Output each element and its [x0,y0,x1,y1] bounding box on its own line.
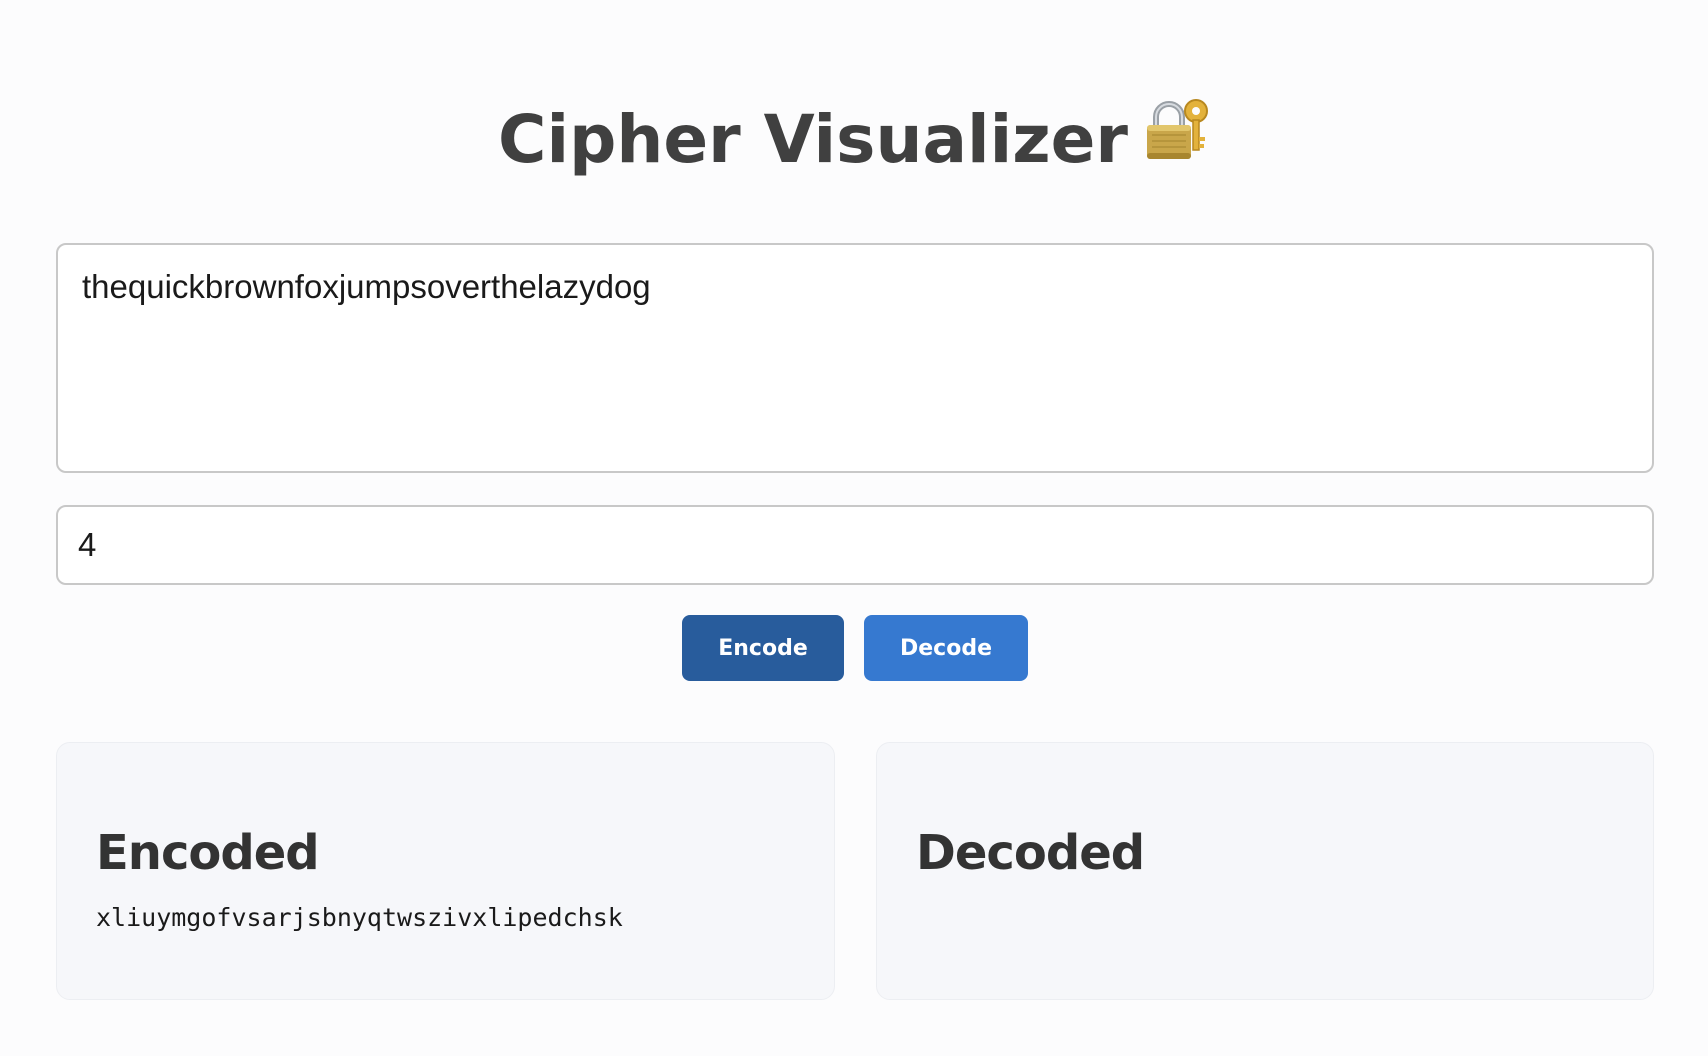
encode-button[interactable]: Encode [682,615,844,681]
encoded-output: xliuymgofvsarjsbnyqtwszivxlipedchsk [96,903,623,932]
page-title: Cipher Visualizer [0,97,1708,185]
plaintext-input[interactable]: thequickbrownfoxjumpsoverthelazydog [56,243,1654,473]
page-title-text: Cipher Visualizer [498,101,1128,178]
decode-button[interactable]: Decode [864,615,1028,681]
lock-with-key-icon [1144,97,1210,179]
encoded-panel: Encoded xliuymgofvsarjsbnyqtwszivxlipedc… [56,742,835,1000]
decoded-heading: Decoded [916,825,1145,881]
decoded-panel: Decoded [876,742,1654,1000]
encoded-heading: Encoded [96,825,320,881]
shift-input[interactable] [56,505,1654,585]
